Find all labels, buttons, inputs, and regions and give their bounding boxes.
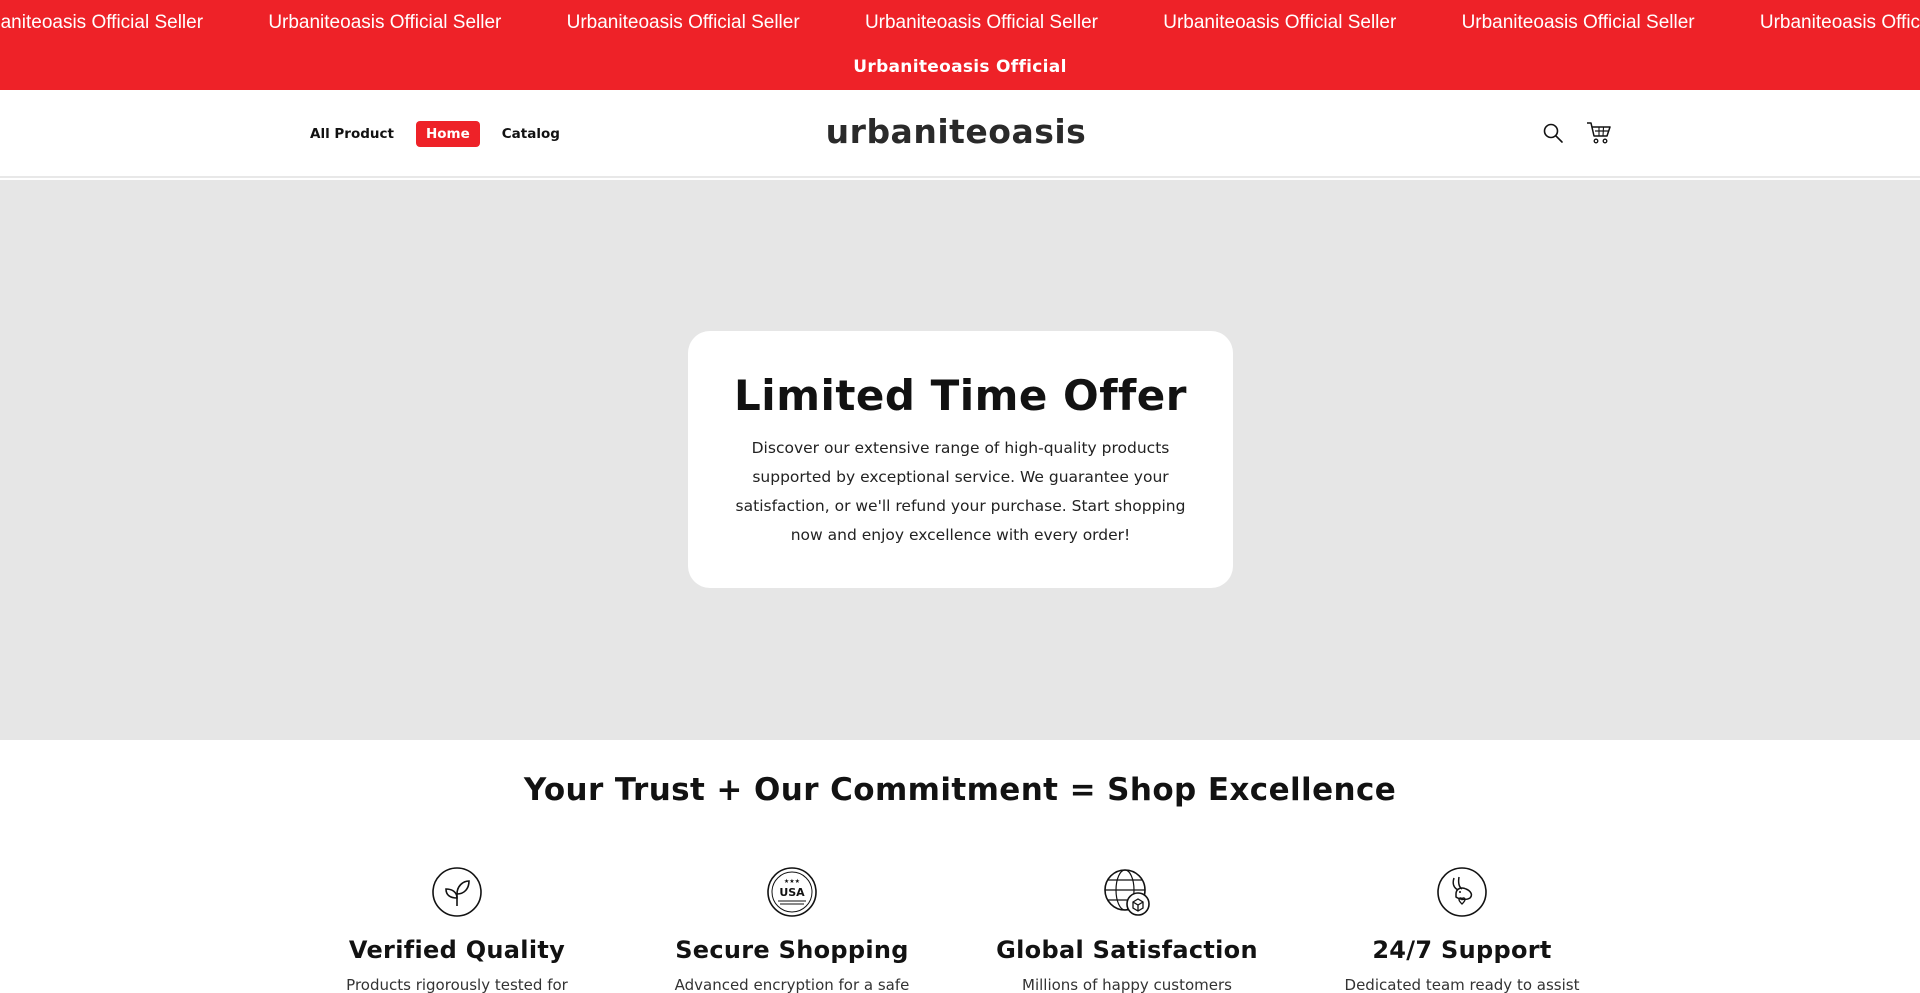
feature-title: Global Satisfaction bbox=[996, 936, 1258, 964]
offer-title: Limited Time Offer bbox=[734, 371, 1187, 420]
feature-title: Verified Quality bbox=[348, 936, 566, 964]
marquee-item: Urbaniteoasis Official Seller bbox=[1759, 12, 1920, 33]
feature-title: 24/7 Support bbox=[1372, 936, 1552, 964]
feature-item: USA ★★★ Secure Shopping Advanced encrypti… bbox=[622, 866, 962, 993]
hero-banner: Limited Time Offer Discover our extensiv… bbox=[0, 180, 1920, 740]
leaf-icon bbox=[431, 866, 483, 918]
feature-item: Global Satisfaction Millions of happy cu… bbox=[957, 866, 1297, 993]
offer-card: Limited Time Offer Discover our extensiv… bbox=[688, 331, 1233, 588]
search-icon[interactable] bbox=[1540, 120, 1566, 146]
feature-item: 24/7 Support Dedicated team ready to ass… bbox=[1292, 866, 1632, 993]
usa-badge-icon: USA ★★★ bbox=[766, 866, 818, 918]
seller-marquee: Urbaniteoasis Official Seller Urbaniteoa… bbox=[0, 12, 1920, 34]
cart-icon[interactable] bbox=[1586, 120, 1612, 146]
feature-title: Secure Shopping bbox=[675, 936, 909, 964]
marquee-item: Urbaniteoasis Official Seller bbox=[1461, 12, 1695, 33]
marquee-item: Urbaniteoasis Official Seller bbox=[1163, 12, 1397, 33]
feature-text: Dedicated team ready to assist bbox=[1344, 976, 1580, 993]
site-logo[interactable]: urbaniteoasis bbox=[0, 112, 1912, 151]
feature-list: Verified Quality Products rigorously tes… bbox=[0, 866, 1920, 993]
svg-text:★★★: ★★★ bbox=[784, 878, 800, 885]
header-icons bbox=[1540, 120, 1612, 146]
announcement-bar: Urbaniteoasis Official Seller Urbaniteoa… bbox=[0, 0, 1920, 90]
trust-heading: Your Trust + Our Commitment = Shop Excel… bbox=[523, 772, 1397, 808]
feature-text: Advanced encryption for a safe bbox=[674, 976, 910, 993]
rabbit-heart-icon bbox=[1436, 866, 1488, 918]
feature-text: Products rigorously tested for bbox=[346, 976, 568, 993]
marquee-item: Urbaniteoasis Official Seller bbox=[268, 12, 502, 33]
marquee-item: Urbaniteoasis Official Seller bbox=[566, 12, 800, 33]
marquee-item: Urbaniteoasis Official Seller bbox=[0, 12, 204, 33]
svg-text:USA: USA bbox=[779, 886, 805, 899]
globe-box-icon bbox=[1101, 866, 1153, 918]
site-header: All Product Home Catalog urbaniteoasis bbox=[0, 90, 1920, 178]
announcement-text: Urbaniteoasis Official bbox=[853, 57, 1067, 77]
feature-text: Millions of happy customers bbox=[1022, 976, 1232, 993]
offer-description: Discover our extensive range of high-qua… bbox=[735, 439, 1186, 544]
feature-item: Verified Quality Products rigorously tes… bbox=[287, 866, 627, 993]
marquee-item: Urbaniteoasis Official Seller bbox=[864, 12, 1098, 33]
